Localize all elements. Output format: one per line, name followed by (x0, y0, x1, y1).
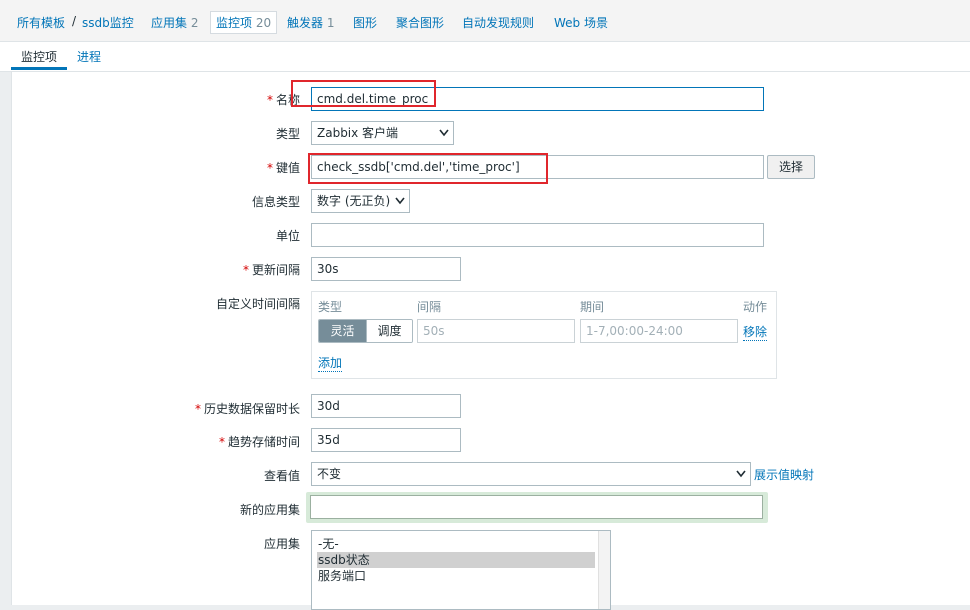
col-header-period: 期间 (580, 300, 605, 314)
breadcrumb-separator: / (72, 14, 77, 28)
required-mark: * (266, 161, 273, 175)
custom-intervals-label: 自定义时间间隔 (215, 297, 300, 311)
nav-triggers-label: 触发器 (287, 16, 324, 30)
chevron-down-icon (736, 463, 746, 492)
new-application-label: 新的应用集 (239, 503, 300, 517)
chevron-down-icon (395, 190, 405, 219)
application-option[interactable]: 服务端口 (317, 568, 605, 584)
trends-input[interactable]: 35d (311, 428, 461, 452)
update-interval-label-text: 更新间隔 (251, 263, 300, 277)
highlight-box-name (291, 80, 436, 107)
info-type-label: 信息类型 (251, 195, 300, 209)
application-option[interactable]: -无- (317, 536, 605, 552)
scheduling-option[interactable]: 调度 (366, 320, 412, 342)
trends-label: * 趋势存储时间 (219, 433, 300, 450)
show-value-select-value: 不变 (317, 467, 342, 481)
new-application-input[interactable] (310, 495, 763, 519)
update-interval-label: * 更新间隔 (243, 261, 300, 278)
tab-item[interactable]: 监控项 (21, 48, 57, 65)
type-label: 类型 (275, 127, 300, 141)
nav-discovery-rules[interactable]: 自动发现规则 (462, 14, 534, 31)
units-input[interactable] (311, 223, 764, 247)
nav-applications[interactable]: 应用集 2 (151, 14, 198, 31)
col-header-type: 类型 (318, 300, 343, 314)
applications-listbox[interactable]: -无- ssdb状态 服务端口 (311, 530, 611, 610)
value-mapping-link[interactable]: 展示值映射 (754, 466, 814, 483)
required-mark: * (242, 263, 249, 277)
chevron-down-icon (439, 122, 449, 151)
form-tabs: 监控项 进程 (0, 42, 970, 72)
nav-template-name[interactable]: ssdb监控 (82, 14, 134, 31)
interval-input[interactable]: 50s (417, 319, 575, 343)
template-nav-bar: 所有模板 / ssdb监控 应用集 2 监控项 20 触发器 1 图形 聚合图形… (0, 0, 970, 42)
nav-items-count: 20 (255, 16, 272, 30)
type-select[interactable]: Zabbix 客户端 (311, 121, 454, 145)
interval-type-toggle: 灵活 调度 (318, 319, 413, 343)
add-interval-link[interactable]: 添加 (318, 354, 343, 372)
update-interval-input[interactable]: 30s (311, 257, 461, 281)
remove-interval-link[interactable]: 移除 (743, 323, 768, 341)
required-mark: * (194, 402, 201, 416)
period-input[interactable]: 1-7,00:00-24:00 (580, 319, 738, 343)
trends-label-text: 趋势存储时间 (227, 435, 300, 449)
nav-web-scenarios[interactable]: Web 场景 (554, 14, 608, 31)
show-value-label: 查看值 (263, 469, 300, 483)
listbox-scrollbar[interactable] (598, 531, 610, 609)
application-option-selected[interactable]: ssdb状态 (317, 552, 595, 568)
applications-label: 应用集 (263, 537, 300, 551)
nav-all-templates[interactable]: 所有模板 (17, 14, 65, 31)
history-label-text: 历史数据保留时长 (203, 402, 300, 416)
show-value-select[interactable]: 不变 (311, 462, 751, 486)
nav-triggers[interactable]: 触发器 1 (287, 14, 334, 31)
history-input[interactable]: 30d (311, 394, 461, 418)
units-label: 单位 (275, 229, 300, 243)
nav-screens[interactable]: 聚合图形 (396, 14, 444, 31)
key-label-text: 键值 (275, 161, 300, 175)
col-header-interval: 间隔 (417, 300, 442, 314)
history-label: * 历史数据保留时长 (195, 400, 300, 417)
col-header-action: 动作 (743, 300, 768, 314)
nav-triggers-count: 1 (326, 16, 335, 30)
nav-applications-count: 2 (190, 16, 199, 30)
active-tab-indicator (11, 67, 67, 70)
flexible-option[interactable]: 灵活 (319, 320, 366, 342)
key-select-button[interactable]: 选择 (767, 155, 815, 179)
item-form: * 名称 cmd.del.time_proc 类型 Zabbix 客户端 * 键值 … (11, 72, 970, 610)
highlight-box-key (308, 153, 548, 184)
info-type-select-value: 数字 (无正负) (317, 194, 391, 208)
required-mark: * (218, 435, 225, 449)
type-select-value: Zabbix 客户端 (317, 126, 399, 140)
nav-items[interactable]: 监控项 20 (210, 11, 278, 34)
custom-intervals-table: 类型 间隔 期间 动作 灵活 调度 50s 1-7,00:00-24:00 移除… (311, 291, 777, 379)
tab-preprocessing[interactable]: 进程 (77, 48, 101, 65)
required-mark: * (266, 93, 273, 107)
new-application-highlight (306, 492, 768, 523)
nav-items-label: 监控项 (216, 16, 253, 30)
nav-graphs[interactable]: 图形 (353, 14, 377, 31)
key-label: * 键值 (267, 159, 300, 176)
nav-applications-label: 应用集 (151, 16, 188, 30)
info-type-select[interactable]: 数字 (无正负) (311, 189, 410, 213)
